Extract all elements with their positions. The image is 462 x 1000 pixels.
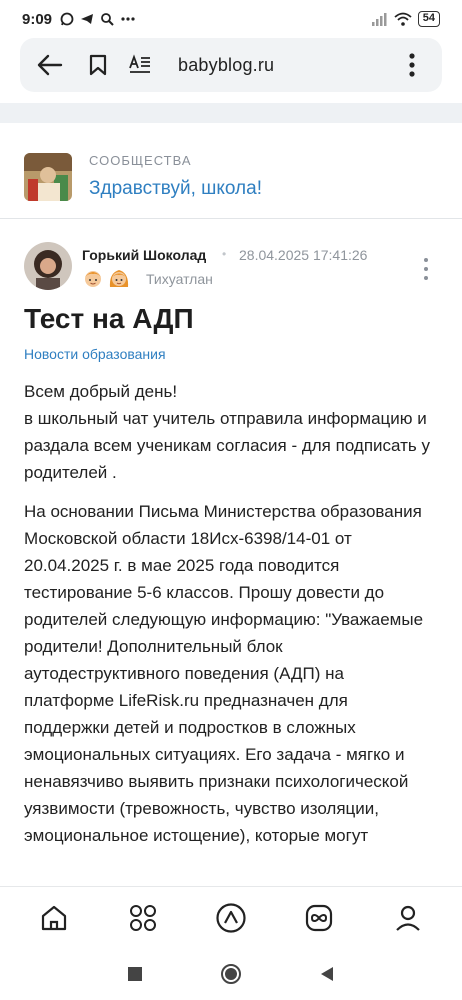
whatsapp-icon [60, 12, 74, 26]
triangle-back-icon [321, 967, 333, 981]
community-photo [24, 153, 72, 201]
wifi-icon [394, 12, 412, 26]
battery-icon: 54 [417, 11, 440, 27]
community-header: СООБЩЕСТВА Здравствуй, школа! [0, 123, 462, 219]
circle-icon [221, 964, 241, 984]
home-system-button[interactable] [219, 962, 243, 986]
browser-menu-button[interactable] [394, 47, 430, 83]
author-location: Тихуатлан [146, 271, 213, 287]
telegram-icon [81, 14, 94, 24]
dot-icon [424, 276, 428, 280]
post-title: Тест на АДП [24, 303, 194, 334]
post-paragraph: На основании Письма Министерства образов… [24, 502, 424, 845]
boy-child-icon [85, 271, 101, 287]
recents-button[interactable] [123, 962, 147, 986]
reader-mode-button[interactable] [122, 47, 158, 83]
system-navigation [0, 948, 462, 1000]
nav-infinity[interactable] [297, 896, 341, 940]
home-icon [42, 905, 67, 930]
kebab-menu-icon [409, 53, 415, 77]
children-badges [82, 267, 130, 289]
back-system-button[interactable] [315, 962, 339, 986]
post-author-row: Горький Шоколад • 28.04.2025 17:41:26 Ти… [0, 240, 462, 296]
post-options-button[interactable] [416, 256, 436, 282]
notification-icons [60, 12, 136, 26]
post-category-link[interactable]: Новости образования [24, 346, 166, 362]
nav-home[interactable] [32, 896, 76, 940]
profile-icon [395, 905, 420, 931]
community-section-label: СООБЩЕСТВА [89, 153, 192, 168]
browser-toolbar: babyblog.ru [20, 38, 442, 92]
status-bar: 9:09 54 [0, 0, 462, 38]
infinity-icon [306, 904, 333, 931]
square-icon [128, 967, 142, 981]
girl-child-icon [109, 270, 129, 287]
status-right: 54 [371, 11, 440, 27]
post-date: 28.04.2025 17:41:26 [239, 247, 368, 263]
community-name-link[interactable]: Здравствуй, школа! [89, 178, 262, 200]
nav-profile[interactable] [386, 896, 430, 940]
nav-assistant[interactable] [209, 896, 253, 940]
status-left: 9:09 [22, 11, 136, 28]
dot-icon [424, 258, 428, 262]
reader-mode-icon [129, 54, 150, 73]
bookmark-button[interactable] [80, 47, 116, 83]
post-paragraph: Всем добрый день! в школьный чат учитель… [24, 382, 430, 482]
alice-assistant-icon [216, 902, 246, 933]
url-field[interactable]: babyblog.ru [178, 55, 394, 76]
meta-separator: • [222, 247, 227, 261]
more-icon [121, 17, 135, 21]
back-arrow-icon [37, 54, 63, 76]
author-photo [24, 242, 72, 290]
signal-icon [371, 12, 387, 26]
bookmark-icon [89, 54, 107, 76]
search-icon [101, 13, 114, 26]
status-time: 9:09 [22, 10, 53, 28]
community-avatar[interactable] [24, 153, 72, 201]
back-button[interactable] [32, 47, 68, 83]
bottom-navigation [0, 886, 462, 948]
apps-grid-icon [129, 904, 156, 931]
dot-icon [424, 267, 428, 271]
section-divider [0, 103, 462, 123]
author-avatar[interactable] [24, 242, 72, 290]
post-body: Всем добрый день! в школьный чат учитель… [24, 378, 434, 886]
nav-services[interactable] [121, 896, 165, 940]
author-name-link[interactable]: Горький Шоколад [82, 247, 206, 263]
